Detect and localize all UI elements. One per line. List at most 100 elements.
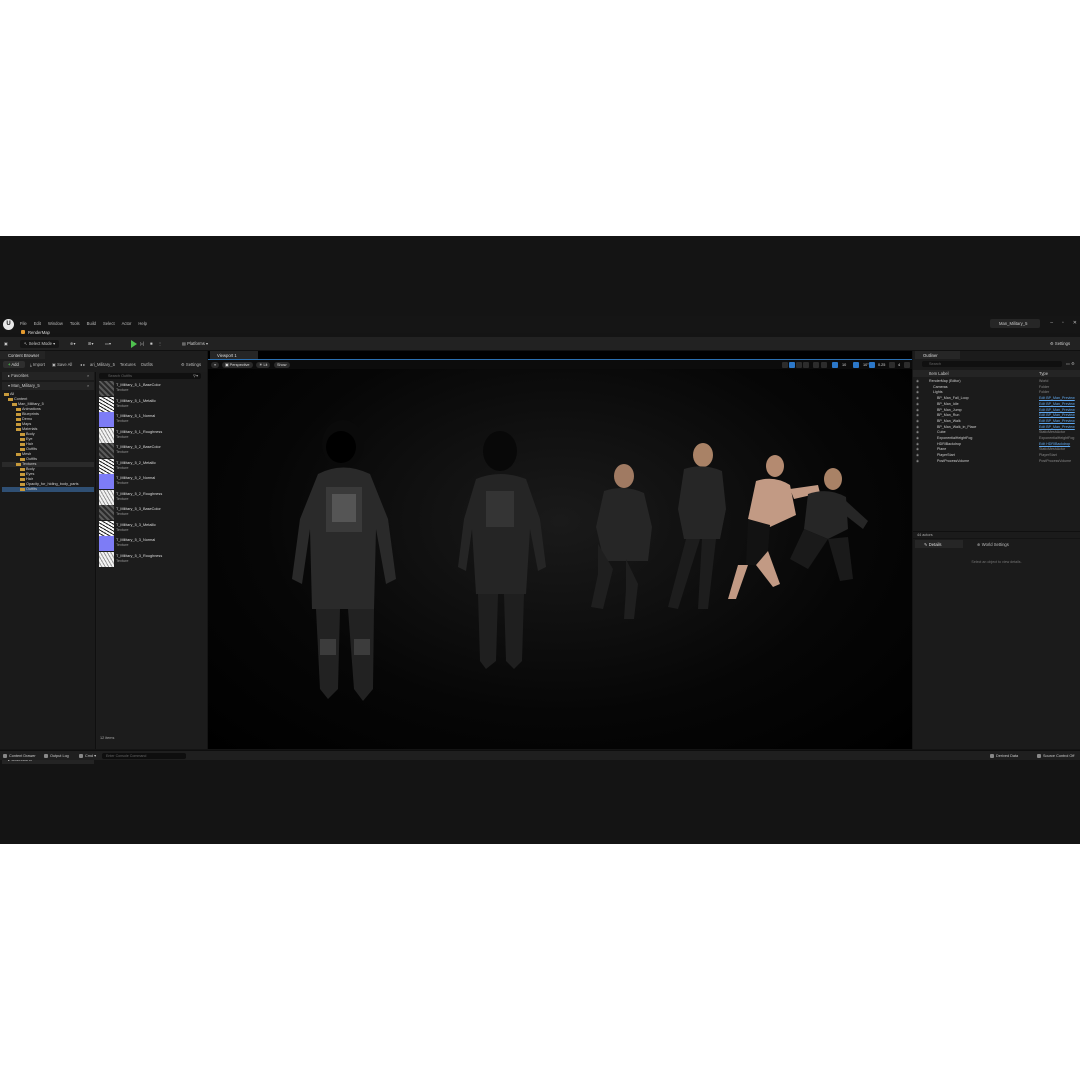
outliner-item-type[interactable]: Edit BP_Man_Preview [1039,419,1075,424]
console-command-input[interactable]: Enter Console Command [102,753,186,759]
lit-button[interactable]: ☀ Lit [256,362,271,368]
asset-item[interactable]: T_Military_5_2_Metallic Texture [99,458,199,474]
select-mode-dropdown[interactable]: ↖ Select Mode ▾ [20,340,60,348]
outliner-row[interactable]: ◉ ExponentialHeightFog ExponentialHeightFo… [913,436,1080,441]
maximize-viewport-icon[interactable] [904,362,910,368]
unreal-logo-icon[interactable]: U [3,319,14,330]
outliner-add-icon[interactable]: ▭ ⚙ [1066,361,1075,366]
viewport-menu-icon[interactable]: ≡ [211,362,220,368]
asset-item[interactable]: T_Military_5_2_BaseColor Texture [99,443,199,458]
asset-item[interactable]: T_Military_5_2_Roughness Texture [99,489,199,505]
minimize-icon[interactable]: – [1050,320,1053,326]
world-space-icon[interactable] [813,362,819,368]
asset-item[interactable]: T_Military_5_1_Metallic Texture [99,396,199,412]
asset-item[interactable]: T_Military_5_1_Roughness Texture [99,427,199,443]
outliner-item-type[interactable]: Edit BP_Man_Preview [1039,413,1075,418]
derived-data-button[interactable]: Derived Data [990,753,1018,759]
menu-item-window[interactable]: Window [48,321,63,326]
show-button[interactable]: Show [274,362,290,368]
visibility-icon[interactable]: ◉ [916,442,919,447]
visibility-icon[interactable]: ◉ [916,425,919,430]
visibility-icon[interactable]: ◉ [916,419,919,424]
asset-item[interactable]: T_Military_5_3_Normal Texture [99,536,199,551]
visibility-icon[interactable]: ◉ [916,447,919,452]
breadcrumb-item[interactable]: Outfits [141,362,153,367]
menu-item-tools[interactable]: Tools [70,321,80,326]
outliner-search-input[interactable]: Search [922,361,1062,367]
folder-item[interactable]: Outfits [2,487,94,492]
filter-icon[interactable]: ⚲▾ [193,373,198,378]
breadcrumb-item[interactable]: Textures [120,362,136,367]
blueprint-icon[interactable]: ⊞▾ [88,340,94,348]
outliner-item-type[interactable]: Edit BP_Man_Preview [1039,408,1075,413]
visibility-icon[interactable]: ◉ [916,385,919,390]
asset-search-input[interactable]: Search Outfits [99,373,201,379]
select-tool-icon[interactable] [782,362,788,368]
outliner-row[interactable]: ◉ Cameras Folder [913,385,1080,390]
import-button[interactable]: ⤓ Import [30,362,45,367]
menu-item-edit[interactable]: Edit [34,321,41,326]
settings-button[interactable]: ⚙ Settings [1050,340,1070,348]
map-tab[interactable]: RenderMap [18,328,66,337]
menu-item-build[interactable]: Build [87,321,96,326]
outliner-row[interactable]: ◉ PlayerStart PlayerStart [913,453,1080,458]
menu-item-help[interactable]: Help [138,321,147,326]
outliner-item-type[interactable]: Edit BP_Man_Preview [1039,425,1075,430]
outliner-item-type[interactable]: Edit BP_Man_Preview [1039,402,1075,407]
rotate-tool-icon[interactable] [796,362,802,368]
outliner-row[interactable]: ◉ BP_Man_Walk Edit BP_Man_Preview [913,419,1080,424]
step-icon[interactable]: ▷| [140,340,144,348]
outliner-row[interactable]: ◉ PostProcessVolume PostProcessVolume [913,459,1080,464]
visibility-icon[interactable]: ◉ [916,413,919,418]
details-tab[interactable]: ✎ Details [915,540,963,548]
world-settings-tab[interactable]: ⊕ World Settings [968,540,1016,548]
outliner-row[interactable]: ◉ RenderMap (Editor) World [913,379,1080,384]
rotation-snap-icon[interactable] [853,362,859,368]
menu-item-select[interactable]: Select [103,321,115,326]
outliner-row[interactable]: ◉ Lights Folder [913,390,1080,395]
asset-item[interactable]: T_Military_5_3_Metallic Texture [99,520,199,536]
breadcrumb-item[interactable]: ari_Military_5 [90,362,115,367]
visibility-icon[interactable]: ◉ [916,396,919,401]
grid-snap-value[interactable]: 10 [839,362,849,368]
menu-item-actor[interactable]: Actor [122,321,132,326]
content-drawer-button[interactable]: Content Drawer [3,753,36,759]
play-options-icon[interactable]: ⋮ [158,340,162,348]
save-all-button[interactable]: ▣ Save All [52,362,72,367]
favorites-header[interactable]: ▸ Favorites [2,372,94,380]
visibility-icon[interactable]: ◉ [916,379,919,384]
viewport-tab[interactable]: Viewport 1 [210,351,258,359]
cmd-dropdown[interactable]: Cmd ▾ [79,753,96,759]
platforms-dropdown[interactable]: ▤ Platforms ▾ [182,340,208,348]
search-icon[interactable]: ⌕ [87,373,89,378]
content-browser-tab[interactable]: Content Browser [0,351,45,359]
source-control-button[interactable]: Source Control Off [1037,753,1074,759]
cb-settings-button[interactable]: ⚙ Settings [181,362,201,367]
save-icon[interactable]: ▣ [4,340,8,348]
history-icon[interactable]: ◂ ▸ [80,362,85,367]
visibility-icon[interactable]: ◉ [916,453,919,458]
viewport-panel[interactable]: Viewport 1 ≡ ▣ Perspective ☀ Lit Show 10… [208,351,912,749]
outliner-row[interactable]: ◉ BP_Man_Idle Edit BP_Man_Preview [913,402,1080,407]
maximize-icon[interactable]: ▫ [1062,320,1064,326]
camera-speed-value[interactable]: 4 [895,362,903,368]
visibility-icon[interactable]: ◉ [916,436,919,441]
visibility-icon[interactable]: ◉ [916,459,919,464]
visibility-icon[interactable]: ◉ [916,408,919,413]
type-column[interactable]: Type [1039,371,1048,376]
visibility-icon[interactable]: ◉ [916,390,919,395]
outliner-row[interactable]: ◉ BP_Man_Run Edit BP_Man_Preview [913,413,1080,418]
cinematics-icon[interactable]: ▭▾ [105,340,111,348]
outliner-row[interactable]: ◉ Plane StaticMeshActor [913,447,1080,452]
project-header[interactable]: ▾ Man_Military_5 [2,382,94,390]
asset-item[interactable]: T_Military_5_2_Normal Texture [99,474,199,489]
grid-snap-icon[interactable] [832,362,838,368]
add-button[interactable]: + Add [3,361,25,368]
asset-item[interactable]: T_Military_5_3_BaseColor Texture [99,505,199,520]
project-tab[interactable]: Man_Military_5 [990,319,1040,328]
asset-item[interactable]: T_Military_5_1_BaseColor Texture [99,381,199,396]
search-icon[interactable]: ⌕ [87,383,89,388]
output-log-button[interactable]: Output Log [44,753,69,759]
outliner-row[interactable]: ◉ BP_Man_Fall_Loop Edit BP_Man_Preview [913,396,1080,401]
stop-icon[interactable]: ■ [150,340,153,348]
